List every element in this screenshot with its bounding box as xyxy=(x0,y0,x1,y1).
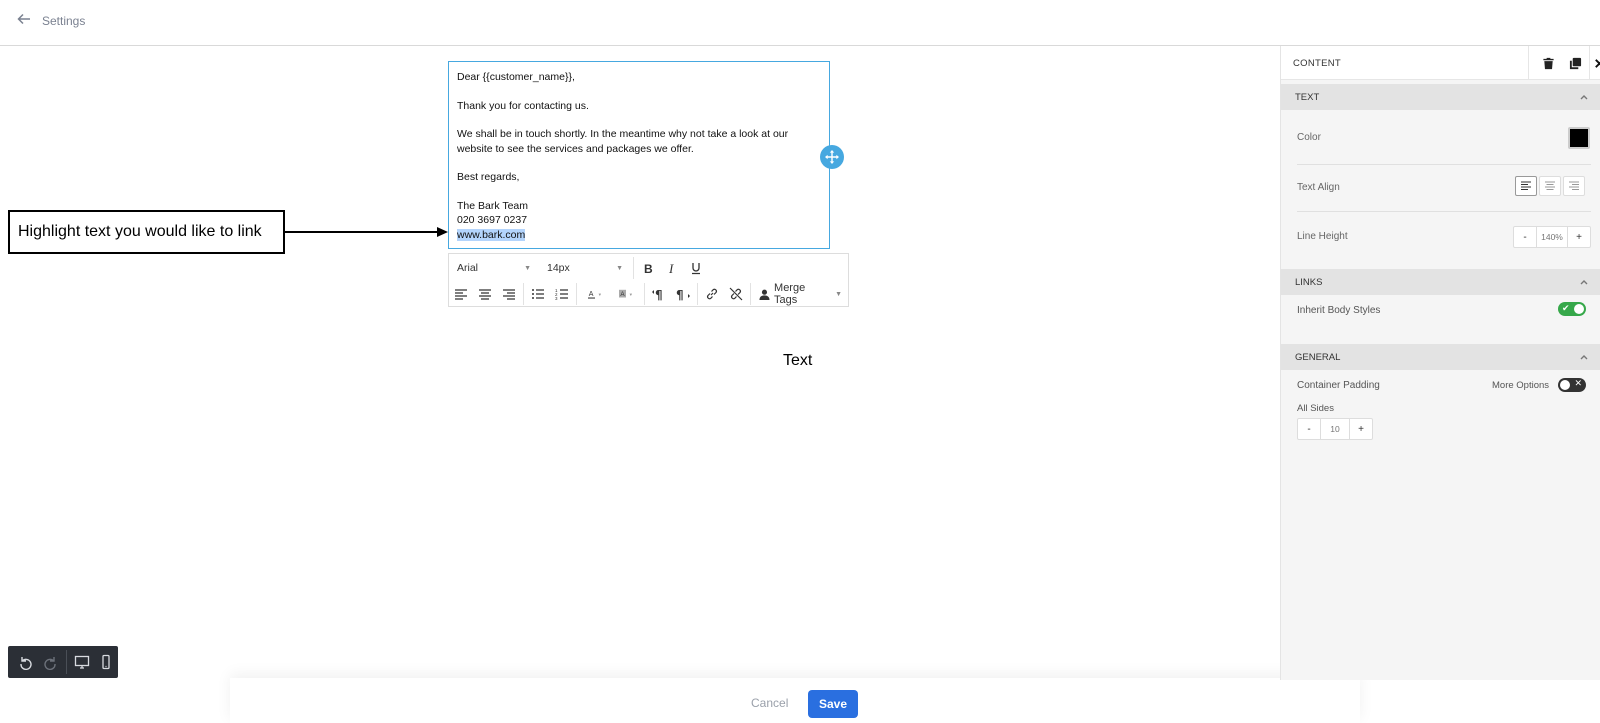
svg-text:B: B xyxy=(644,262,653,275)
signature-website-selected[interactable]: www.bark.com xyxy=(457,228,526,241)
duplicate-icon[interactable] xyxy=(1562,52,1588,74)
greeting-text[interactable]: Dear {{customer_name}}, xyxy=(457,70,821,85)
save-button[interactable]: Save xyxy=(808,690,858,718)
align-center-icon[interactable] xyxy=(473,283,497,305)
footer-bar xyxy=(230,678,1360,723)
bullet-list-icon[interactable] xyxy=(526,283,550,305)
general-section-header[interactable]: GENERAL xyxy=(1281,344,1600,370)
cancel-button[interactable]: Cancel xyxy=(751,696,788,710)
remove-link-icon[interactable] xyxy=(724,283,748,305)
align-left-icon[interactable] xyxy=(449,283,473,305)
line-height-increase-button[interactable]: + xyxy=(1568,227,1590,247)
signature-phone[interactable]: 020 3697 0237 xyxy=(457,213,821,228)
line-height-value[interactable]: 140% xyxy=(1536,227,1568,247)
back-to-settings-link[interactable]: Settings xyxy=(16,11,85,30)
check-icon: ✔ xyxy=(1562,303,1570,313)
line-height-decrease-button[interactable]: - xyxy=(1514,227,1536,247)
padding-value[interactable]: 10 xyxy=(1320,419,1350,439)
padding-increase-button[interactable]: + xyxy=(1350,419,1372,439)
top-bar: Settings xyxy=(0,0,1600,46)
desktop-view-icon[interactable] xyxy=(70,650,94,674)
line-height-stepper: - 140% + xyxy=(1513,226,1591,248)
redo-icon[interactable] xyxy=(38,650,62,674)
move-handle-icon[interactable] xyxy=(820,145,844,169)
merge-tags-dropdown[interactable]: Merge Tags ▼ xyxy=(753,282,848,306)
text-align-label: Text Align xyxy=(1297,182,1340,193)
background-color-icon[interactable]: A ▼ xyxy=(611,283,643,305)
text-color-icon[interactable]: A ▼ xyxy=(579,283,611,305)
color-label: Color xyxy=(1297,132,1321,143)
close-icon[interactable] xyxy=(1586,52,1600,74)
ltr-paragraph-icon[interactable]: ¶ xyxy=(671,283,695,305)
undo-icon[interactable] xyxy=(14,650,38,674)
body-line-2[interactable]: We shall be in touch shortly. In the mea… xyxy=(457,127,821,156)
content-properties-panel: CONTENT TEXT Color Text Align Line Heigh… xyxy=(1280,46,1600,680)
body-line-1[interactable]: Thank you for contacting us. xyxy=(457,99,821,114)
x-icon: ✕ xyxy=(1574,378,1582,388)
user-icon xyxy=(759,289,770,300)
align-left-icon[interactable] xyxy=(1515,176,1537,196)
rich-text-toolbar: Arial ▼ 14px ▼ B I 123 A ▼ A ▼ ¶ ¶ Merge… xyxy=(448,253,849,307)
svg-text:▼: ▼ xyxy=(629,292,633,297)
mobile-view-icon[interactable] xyxy=(94,650,118,674)
links-section-header[interactable]: LINKS xyxy=(1281,269,1600,295)
annotation-callout: Highlight text you would like to link xyxy=(8,210,285,254)
panel-header: CONTENT xyxy=(1281,46,1600,80)
all-sides-label: All Sides xyxy=(1297,403,1334,414)
trash-icon[interactable] xyxy=(1535,52,1561,74)
more-options-label: More Options xyxy=(1492,380,1550,391)
padding-decrease-button[interactable]: - xyxy=(1298,419,1320,439)
panel-title: CONTENT xyxy=(1293,58,1342,69)
canvas-text-label: Text xyxy=(783,352,813,369)
signature-name[interactable]: The Bark Team xyxy=(457,199,821,214)
color-swatch[interactable] xyxy=(1568,127,1590,149)
text-block-editor[interactable]: Dear {{customer_name}}, Thank you for co… xyxy=(448,61,830,249)
back-label: Settings xyxy=(42,13,86,28)
inherit-body-styles-label: Inherit Body Styles xyxy=(1297,305,1381,316)
arrow-left-icon xyxy=(16,11,32,30)
align-center-icon[interactable] xyxy=(1539,176,1561,196)
numbered-list-icon[interactable]: 123 xyxy=(550,283,574,305)
chevron-up-icon xyxy=(1580,355,1588,360)
font-family-select[interactable]: Arial ▼ xyxy=(449,257,539,279)
svg-text:¶: ¶ xyxy=(676,288,684,301)
text-section-header[interactable]: TEXT xyxy=(1281,84,1600,110)
chevron-up-icon xyxy=(1580,95,1588,100)
inherit-body-styles-toggle[interactable]: ✔ xyxy=(1558,302,1586,316)
callout-text: Highlight text you would like to link xyxy=(18,223,262,240)
align-right-icon[interactable] xyxy=(1563,176,1585,196)
svg-text:▼: ▼ xyxy=(597,292,601,297)
svg-text:3: 3 xyxy=(555,296,558,301)
insert-link-icon[interactable] xyxy=(700,283,724,305)
bold-icon[interactable]: B xyxy=(636,257,660,279)
svg-text:A: A xyxy=(588,291,593,298)
closing-text[interactable]: Best regards, xyxy=(457,170,821,185)
align-right-icon[interactable] xyxy=(497,283,521,305)
rtl-paragraph-icon[interactable]: ¶ xyxy=(647,283,671,305)
italic-icon[interactable]: I xyxy=(660,257,684,279)
padding-stepper: - 10 + xyxy=(1297,418,1373,440)
underline-icon[interactable] xyxy=(684,257,708,279)
container-padding-label: Container Padding xyxy=(1297,380,1380,391)
line-height-label: Line Height xyxy=(1297,231,1348,242)
more-options-toggle[interactable]: ✕ xyxy=(1558,378,1586,392)
text-align-group xyxy=(1515,176,1585,196)
history-device-toolbar xyxy=(8,646,118,678)
annotation-arrow xyxy=(285,227,448,237)
svg-text:I: I xyxy=(668,261,674,275)
svg-text:¶: ¶ xyxy=(655,288,663,301)
chevron-up-icon xyxy=(1580,280,1588,285)
font-size-select[interactable]: 14px ▼ xyxy=(539,257,631,279)
